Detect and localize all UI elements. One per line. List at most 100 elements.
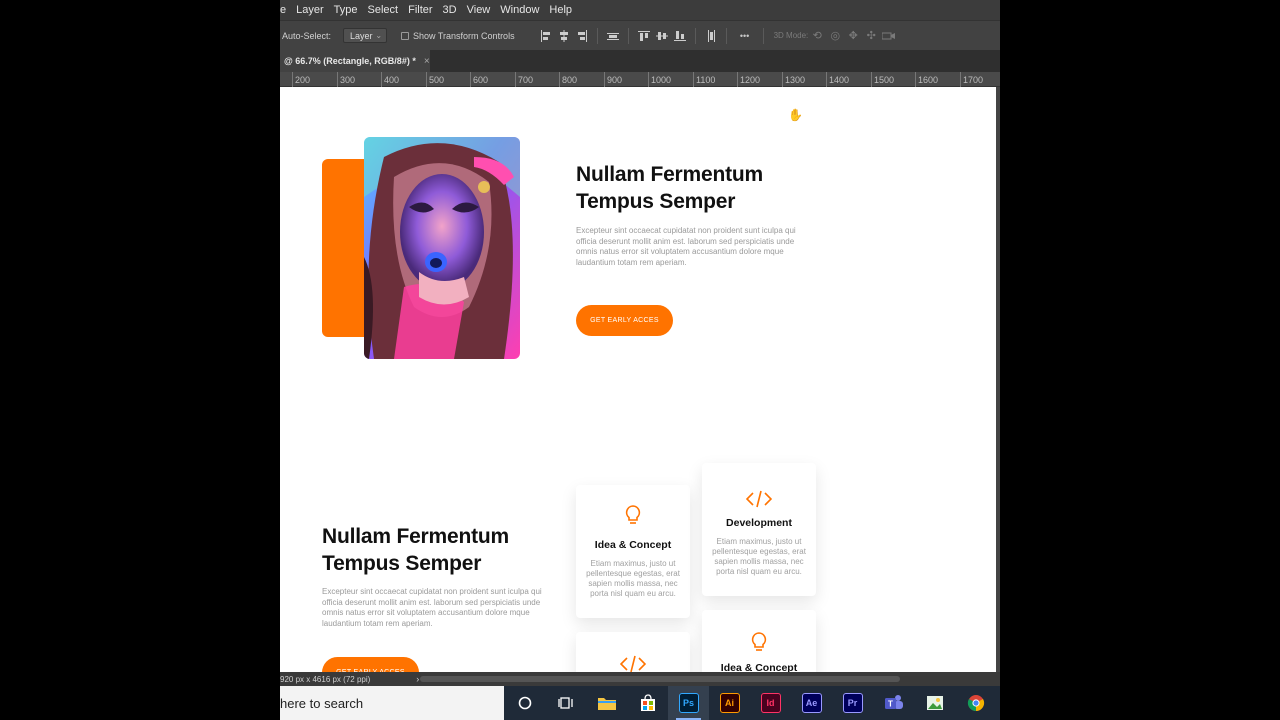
menu-help[interactable]: Help [545,4,578,16]
horizontal-scrollbar[interactable] [420,676,900,682]
card-title: Development [726,517,792,529]
ruler-label: 200 [295,75,311,85]
orange-rectangle-shape[interactable] [322,159,370,337]
photoshop-icon: Ps [678,693,699,713]
ruler-label: 400 [384,75,400,85]
teams-taskbar-icon[interactable]: T [873,686,914,720]
menu-layer[interactable]: Layer [292,4,330,16]
divider [596,27,598,44]
store-icon[interactable] [627,686,668,720]
ruler-label: 1000 [651,75,672,85]
chevron-down-icon: ⌄ [375,31,383,40]
divider [627,27,629,44]
status-bar: 920 px x 4616 px (72 ppi) › ‹ [280,672,1000,686]
ruler-label: 500 [429,75,445,85]
cortana-icon[interactable] [504,686,545,720]
more-options-icon[interactable]: ••• [733,27,757,45]
photoshop-taskbar-icon[interactable]: Ps [668,686,709,720]
card-description: Etiam maximus, justo ut pellentesque ege… [586,559,680,598]
hand-cursor-icon: ✋ [788,108,803,122]
ruler-label: 900 [607,75,623,85]
distribute-vertical-icon[interactable] [702,27,720,45]
document-size-text: 920 px x 4616 px (72 ppi) [280,674,371,684]
menu-view[interactable]: View [463,4,497,16]
hero-title-line2: Tempus Semper [576,190,736,213]
taskbar: here to search Ps Ai Id Ae Pr T [280,686,1000,720]
chevron-right-icon[interactable]: › [416,674,419,684]
slide-3d-icon[interactable]: ✣ [862,27,880,45]
hero-title-line1: Nullam Fermentum [576,163,763,186]
auto-select-dropdown[interactable]: Layer ⌄ [343,28,388,43]
menu-3d[interactable]: 3D [439,4,463,16]
illustrator-taskbar-icon[interactable]: Ai [709,686,750,720]
search-placeholder: here to search [280,695,364,711]
file-explorer-icon[interactable] [586,686,627,720]
illustrator-icon: Ai [719,693,740,713]
menu-window[interactable]: Window [496,4,545,16]
ruler-label: 600 [473,75,489,85]
ruler-label: 1400 [829,75,850,85]
align-bottom-icon[interactable] [671,27,689,45]
menu-filter[interactable]: Filter [404,4,438,16]
section-paragraph[interactable]: Excepteur sint occaecat cupidatat non pr… [322,587,548,629]
lightbulb-icon [702,632,816,652]
roll-3d-icon[interactable]: ◎ [826,27,844,45]
divider [725,27,727,44]
close-icon[interactable]: × [424,56,430,67]
service-card-idea[interactable]: Idea & Concept Etiam maximus, justo ut p… [576,485,690,618]
align-left-icon[interactable] [537,27,555,45]
align-middle-icon[interactable] [653,27,671,45]
show-transform-label: Show Transform Controls [413,30,515,41]
indesign-icon: Id [760,693,781,713]
section-cta-button[interactable]: GET EARLY ACCES [322,657,419,672]
indesign-taskbar-icon[interactable]: Id [750,686,791,720]
menu-select[interactable]: Select [364,4,405,16]
horizontal-ruler: 200 300 400 500 600 700 800 900 1000 110… [280,72,1000,87]
ruler-label: 1300 [785,75,806,85]
premiere-icon: Pr [842,693,863,713]
vertical-scrollbar[interactable] [996,87,1000,672]
photoshop-window: e Layer Type Select Filter 3D View Windo… [280,0,1000,720]
align-center-icon[interactable] [555,27,573,45]
service-card-idea-2[interactable]: Idea & Concept [702,610,816,672]
ruler-label: 700 [518,75,534,85]
document-tab-title: @ 66.7% (Rectangle, RGB/8#) * [284,56,416,66]
document-tab[interactable]: @ 66.7% (Rectangle, RGB/8#) * × [280,50,430,72]
ruler-label: 800 [562,75,578,85]
pan-3d-icon[interactable]: ✥ [844,27,862,45]
task-view-icon[interactable] [545,686,586,720]
premiere-taskbar-icon[interactable]: Pr [832,686,873,720]
section-title[interactable]: Nullam Fermentum Tempus Semper [322,523,509,577]
ruler-label: 1500 [874,75,895,85]
3d-mode-label: 3D Mode: [773,31,809,40]
menu-type[interactable]: Type [330,4,364,16]
card-title: Idea & Concept [594,539,672,551]
chrome-taskbar-icon[interactable] [955,686,996,720]
section-title-line2: Tempus Semper [322,552,482,575]
get-early-access-button[interactable]: GET EARLY ACCES [576,305,673,336]
document-canvas[interactable]: ✋ Nullam Fermentum Tempus Semper Excepte… [280,87,996,672]
code-icon [576,655,690,672]
section-title-line1: Nullam Fermentum [322,525,509,548]
after-effects-icon: Ae [801,693,822,713]
after-effects-taskbar-icon[interactable]: Ae [791,686,832,720]
divider [762,27,764,44]
hero-photo[interactable] [364,137,520,359]
service-card-development[interactable]: Development Etiam maximus, justo ut pell… [702,463,816,596]
orbit-3d-icon[interactable]: ⟲ [808,27,826,45]
hero-paragraph[interactable]: Excepteur sint occaecat cupidatat non pr… [576,226,802,268]
svg-text:T: T [888,700,893,709]
distribute-icon[interactable] [604,27,622,45]
options-bar: Auto-Select: Layer ⌄ Show Transform Cont… [280,20,1000,50]
align-top-icon[interactable] [635,27,653,45]
taskbar-search-box[interactable]: here to search [280,686,504,720]
ruler-label: 1600 [918,75,939,85]
card-title: Idea & Concept [720,662,798,672]
service-card-code[interactable] [576,632,690,672]
show-transform-checkbox[interactable] [401,31,410,40]
align-right-icon[interactable] [573,27,591,45]
camera-3d-icon[interactable] [880,27,898,45]
menu-edit[interactable]: e [280,4,292,16]
hero-title[interactable]: Nullam Fermentum Tempus Semper [576,161,763,215]
image-viewer-taskbar-icon[interactable] [914,686,955,720]
